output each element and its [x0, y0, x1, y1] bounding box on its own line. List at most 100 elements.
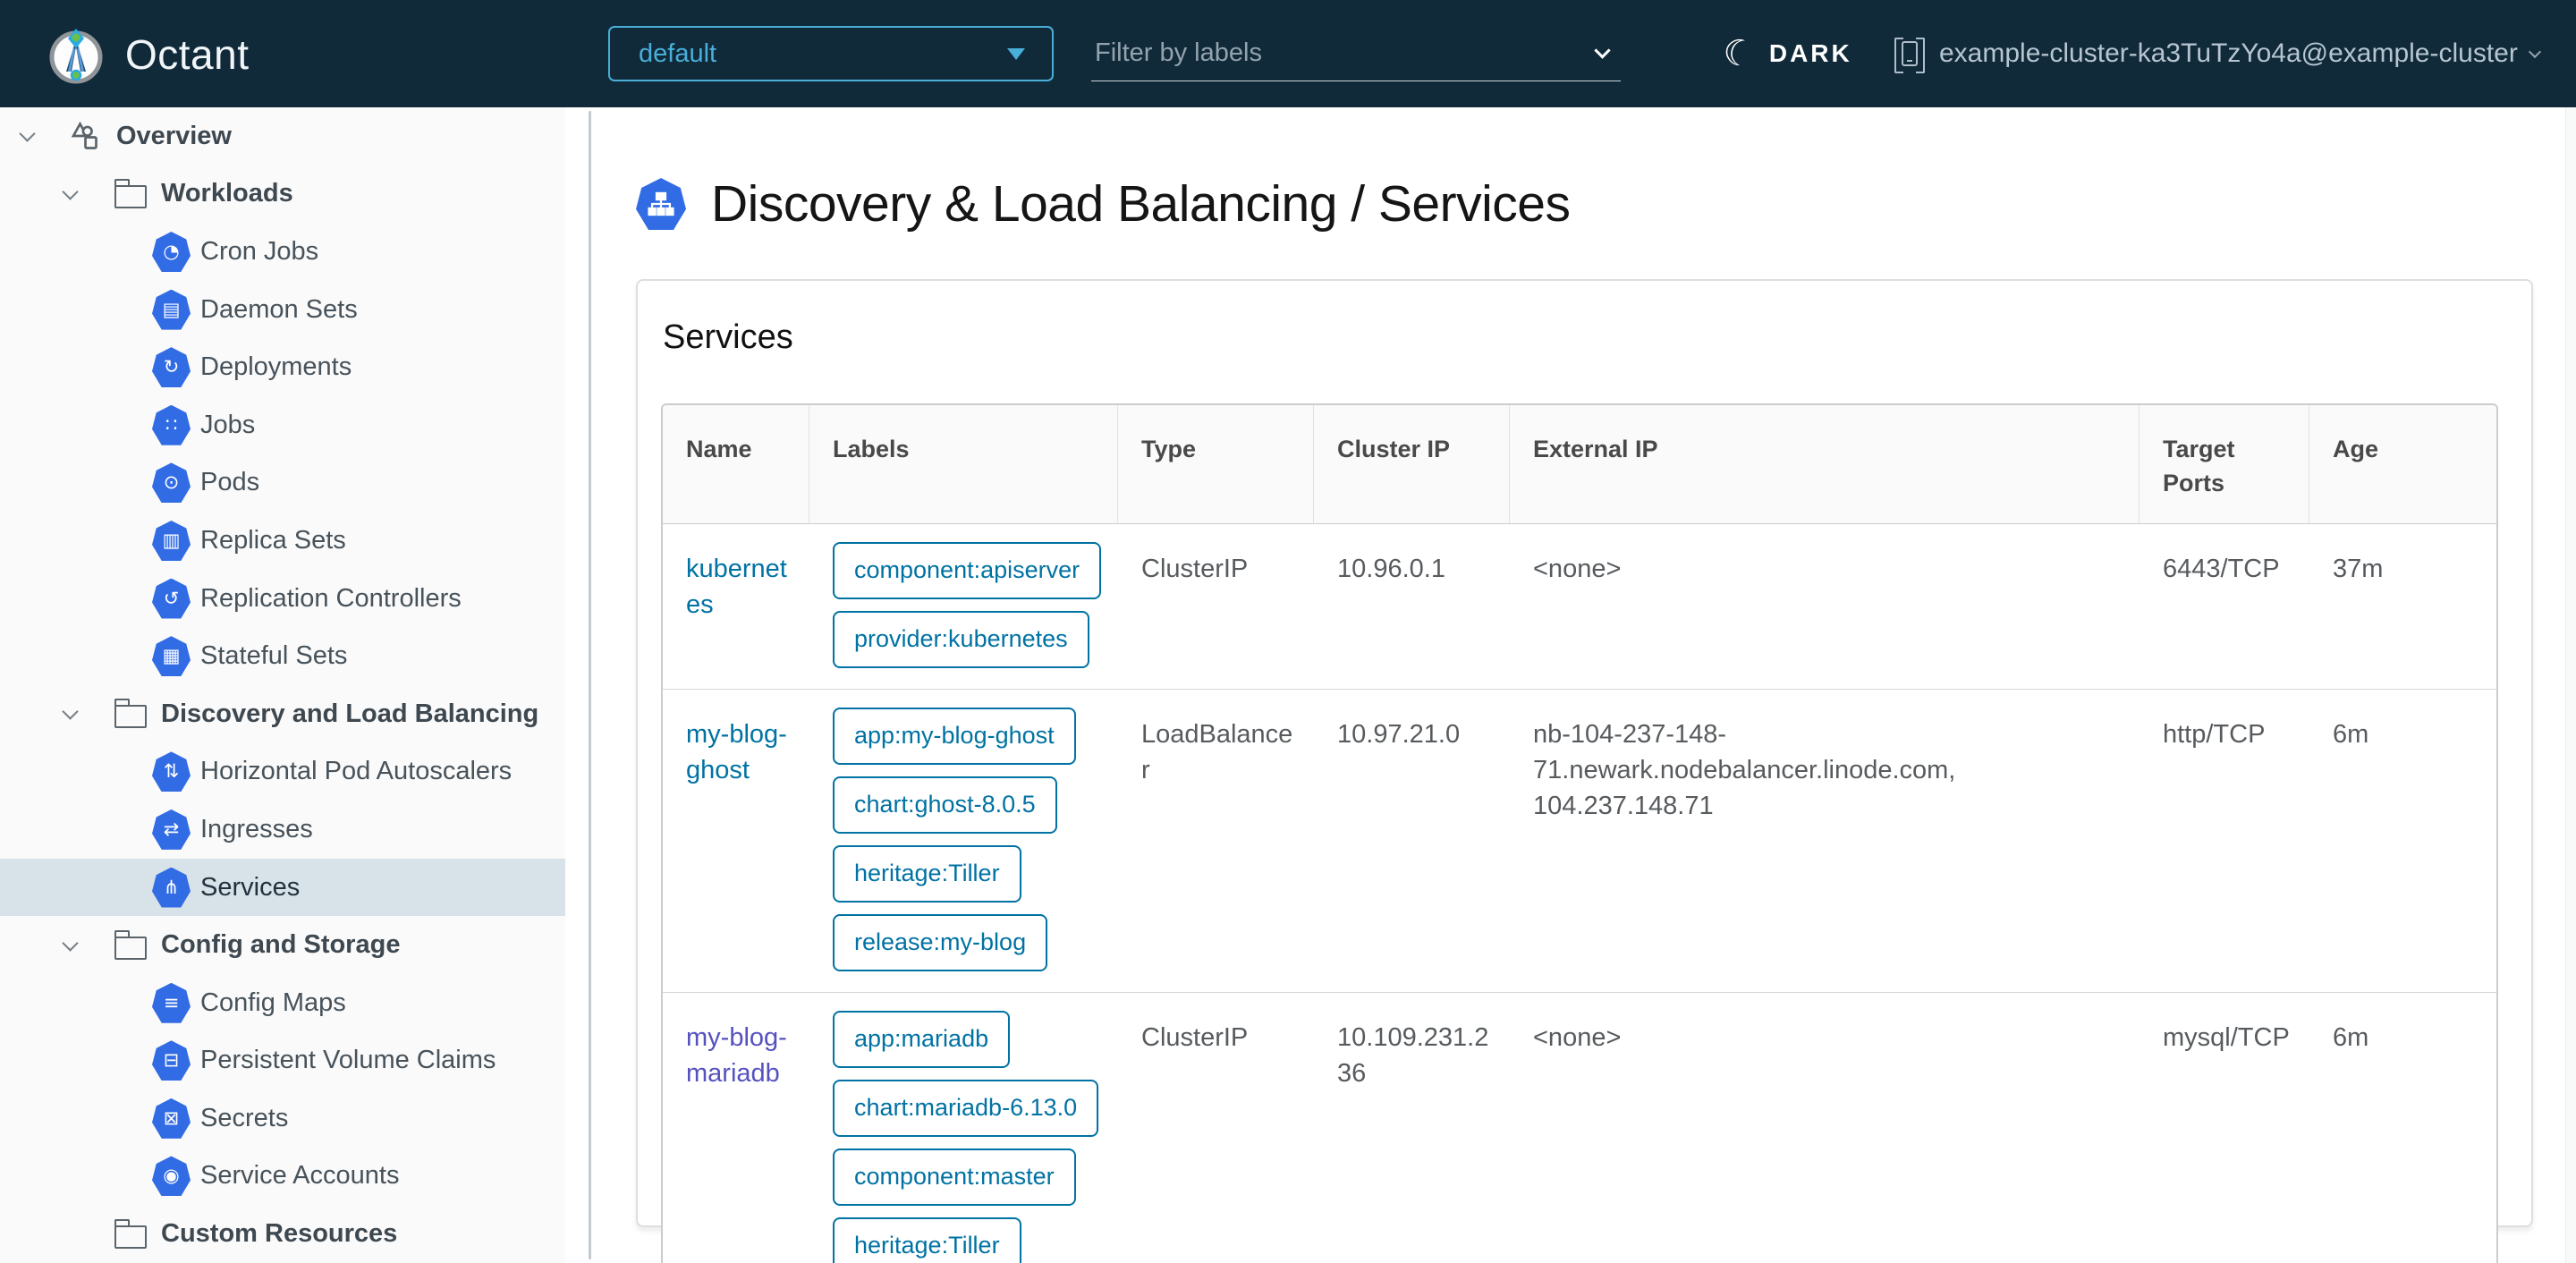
sidebar-item-overview[interactable]: Overview	[0, 107, 565, 165]
label-tag[interactable]: heritage:Tiller	[833, 845, 1021, 903]
sidebar-item-replication-controllers[interactable]: ↺ Replication Controllers	[0, 570, 565, 628]
caret-down-icon	[1007, 47, 1025, 60]
persistent-volume-claims-icon: ⊟	[152, 1040, 191, 1081]
sidebar-item-config-and-storage[interactable]: Config and Storage	[0, 916, 565, 974]
cluster-icon	[1894, 36, 1925, 73]
labels-cell: component:apiserver provider:kubernetes	[809, 524, 1118, 689]
label-tag[interactable]: component:apiserver	[833, 542, 1102, 599]
folder-icon	[114, 929, 147, 960]
sidebar-item-label: Custom Resources	[161, 1219, 398, 1249]
sidebar-item-pods[interactable]: ⊙ Pods	[0, 454, 565, 513]
filter-by-labels-input[interactable]: Filter by labels	[1091, 26, 1621, 81]
main-content: Discovery & Load Balancing / Services Se…	[597, 107, 2565, 1263]
overview-icon	[68, 120, 100, 152]
table-row: my-blog-mariadb app:mariadb chart:mariadb-…	[663, 993, 2496, 1263]
sidebar-item-stateful-sets[interactable]: ▦ Stateful Sets	[0, 627, 565, 685]
target-ports-cell: mysql/TCP	[2163, 1023, 2290, 1052]
cluster-name: example-cluster-ka3TuTzYo4a@example-clus…	[1939, 38, 2518, 68]
service-heptagon-icon	[636, 178, 686, 230]
services-icon: ⋔	[152, 867, 191, 908]
chevron-down-icon[interactable]	[62, 183, 79, 200]
sidebar-item-secrets[interactable]: ⊠ Secrets	[0, 1089, 565, 1148]
cluster-selector[interactable]: example-cluster-ka3TuTzYo4a@example-clus…	[1894, 0, 2541, 107]
sidebar-item-daemon-sets[interactable]: ▤ Daemon Sets	[0, 281, 565, 339]
sidebar-item-replica-sets[interactable]: ▥ Replica Sets	[0, 512, 565, 570]
brand: Octant	[47, 25, 250, 84]
sidebar-item-label: Ingresses	[200, 814, 313, 843]
sidebar-item-label: Replica Sets	[200, 525, 346, 555]
table-row: my-blog-ghost app:my-blog-ghost chart:ghos…	[663, 690, 2496, 993]
horizontal-pod-autoscalers-icon: ⇅	[152, 751, 191, 793]
column-header-labels: Labels	[809, 405, 1118, 523]
name-cell: kubernetes	[663, 524, 809, 689]
sidebar-item-jobs[interactable]: ∷ Jobs	[0, 396, 565, 454]
config-maps-icon: ≡	[152, 982, 191, 1023]
sidebar-item-config-maps[interactable]: ≡ Config Maps	[0, 974, 565, 1032]
sidebar-item-persistent-volume-claims[interactable]: ⊟ Persistent Volume Claims	[0, 1032, 565, 1090]
type-cell: ClusterIP	[1141, 555, 1249, 583]
sidebar-scrollbar-thumb[interactable]	[589, 111, 591, 1259]
label-tag[interactable]: chart:ghost-8.0.5	[833, 776, 1057, 834]
label-tag[interactable]: provider:kubernetes	[833, 611, 1089, 668]
service-link[interactable]: kubernetes	[686, 555, 787, 619]
octant-app: Octant default Filter by labels ☾ DARK e…	[0, 0, 2576, 1263]
chevron-down-icon[interactable]	[62, 934, 79, 952]
sidebar-item-discovery-and-load-balancing[interactable]: Discovery and Load Balancing	[0, 685, 565, 743]
sidebar-item-label: Config and Storage	[161, 930, 401, 960]
sidebar-item-custom-resources[interactable]: Custom Resources	[0, 1205, 565, 1263]
age-cell: 6m	[2333, 720, 2369, 749]
label-tag[interactable]: chart:mariadb-6.13.0	[833, 1080, 1099, 1137]
sidebar-nav-list: Overview Workloads ◔ Cron Jobs ▤ Daemon Sets ↻…	[0, 107, 565, 1263]
sidebar-item-label: Replication Controllers	[200, 583, 462, 613]
label-tag[interactable]: app:mariadb	[833, 1011, 1011, 1068]
services-table: Name Labels Type Cluster IP External IP Targe…	[661, 403, 2498, 1263]
table-body: kubernetes component:apiserver provider:ku…	[663, 524, 2496, 1263]
chevron-down-icon[interactable]	[62, 703, 79, 720]
page-title: Discovery & Load Balancing / Services	[711, 175, 1571, 233]
sidebar-scrollbar[interactable]	[565, 107, 597, 1263]
dark-theme-toggle[interactable]: ☾ DARK	[1719, 0, 1852, 107]
target-ports-cell: 6443/TCP	[2163, 555, 2280, 583]
label-tag[interactable]: release:my-blog	[833, 914, 1048, 971]
stateful-sets-icon: ▦	[152, 636, 191, 677]
content-scrollbar[interactable]	[2565, 107, 2576, 1263]
cron-jobs-icon: ◔	[152, 231, 191, 272]
label-tag[interactable]: component:master	[833, 1149, 1076, 1206]
sidebar-item-workloads[interactable]: Workloads	[0, 165, 565, 224]
external-ip-cell: nb-104-237-148-71.newark.nodebalancer.li…	[1533, 720, 1956, 820]
sidebar-item-service-accounts[interactable]: ◉ Service Accounts	[0, 1148, 565, 1206]
chevron-down-icon	[1594, 42, 1611, 59]
services-card: Services Name Labels Type Cluster IP Externa…	[636, 279, 2533, 1263]
replica-sets-icon: ▥	[152, 520, 191, 561]
service-link[interactable]: my-blog-mariadb	[686, 1023, 787, 1088]
sidebar-item-label: Persistent Volume Claims	[200, 1046, 496, 1075]
folder-icon	[114, 178, 147, 208]
moon-icon: ☾	[1718, 30, 1759, 77]
sidebar-item-horizontal-pod-autoscalers[interactable]: ⇅ Horizontal Pod Autoscalers	[0, 743, 565, 801]
namespace-select[interactable]: default	[608, 26, 1054, 81]
brand-title: Octant	[125, 31, 250, 78]
column-header-type: Type	[1118, 405, 1314, 523]
card-title: Services	[663, 318, 793, 356]
service-accounts-icon: ◉	[152, 1156, 191, 1197]
sidebar-item-label: Jobs	[200, 410, 256, 439]
service-link[interactable]: my-blog-ghost	[686, 720, 787, 784]
sidebar-item-label: Overview	[116, 121, 232, 150]
sidebar-item-services[interactable]: ⋔ Services	[0, 858, 565, 917]
column-header-name: Name	[663, 405, 809, 523]
folder-icon	[114, 699, 147, 729]
chevron-down-icon[interactable]	[19, 125, 36, 142]
labels-cell: app:my-blog-ghost chart:ghost-8.0.5 herita…	[809, 690, 1118, 992]
sidebar-item-ingresses[interactable]: ⇄ Ingresses	[0, 801, 565, 859]
column-header-external-ip: External IP	[1510, 405, 2140, 523]
label-tag[interactable]: app:my-blog-ghost	[833, 708, 1076, 765]
sidebar-item-cron-jobs[interactable]: ◔ Cron Jobs	[0, 223, 565, 281]
labels-cell: app:mariadb chart:mariadb-6.13.0 component…	[809, 993, 1118, 1263]
age-cell: 6m	[2333, 1023, 2369, 1052]
chevron-down-icon	[2528, 45, 2541, 59]
label-tag[interactable]: heritage:Tiller	[833, 1217, 1021, 1263]
sidebar-item-deployments[interactable]: ↻ Deployments	[0, 338, 565, 396]
secrets-icon: ⊠	[152, 1098, 191, 1139]
top-header-bar: Octant default Filter by labels ☾ DARK e…	[0, 0, 2576, 107]
sidebar-item-label: Service Accounts	[200, 1161, 400, 1191]
